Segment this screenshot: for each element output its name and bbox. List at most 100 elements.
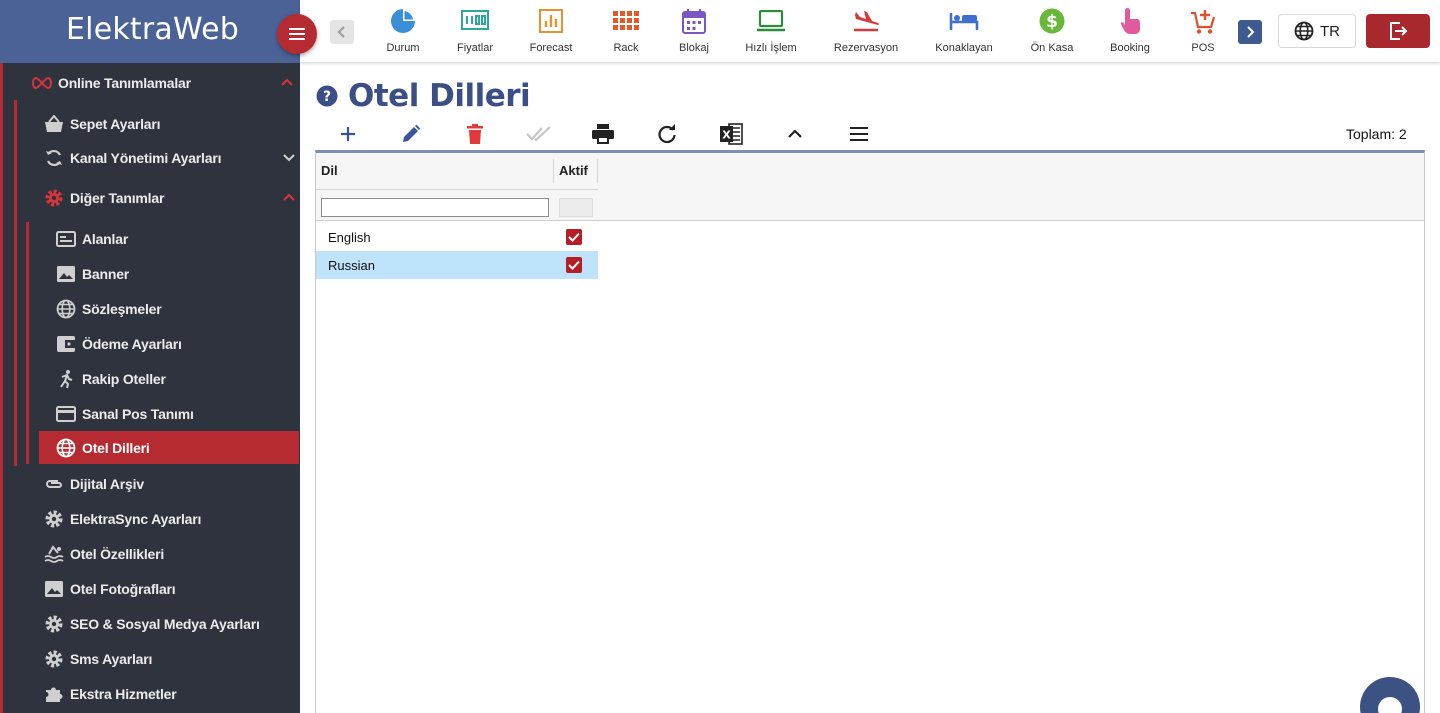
sidebar-item-label: Ödeme Ayarları	[82, 336, 182, 352]
wallet-icon	[57, 336, 75, 352]
sidebar-item-elektrasync-ayarlari[interactable]: ElektraSync Ayarları	[44, 503, 300, 535]
menu-toggle-button[interactable]	[277, 14, 317, 54]
quick-action-label: Fiyatlar	[456, 42, 494, 54]
sidebar-item-rakip-oteller[interactable]: Rakip Oteller	[56, 363, 300, 395]
sidebar-item-ekstra-hizmetler[interactable]: Ekstra Hizmetler	[44, 678, 300, 710]
sidebar-item-label: Banner	[82, 266, 130, 282]
quick-action-konaklayan[interactable]: Konaklayan	[924, 6, 1004, 54]
credit-card-icon	[56, 406, 76, 422]
paperclip-icon	[46, 480, 62, 488]
menu-lines-icon	[850, 127, 868, 141]
cell-language: Russian	[328, 258, 375, 273]
sidebar-item-label: Online Tanımlamalar	[58, 75, 191, 91]
sidebar-item-diger-tanimlar[interactable]: Diğer Tanımlar	[44, 182, 300, 214]
cart-add-icon	[1191, 10, 1216, 34]
quick-action-forecast[interactable]: Forecast	[511, 6, 591, 54]
sidebar-item-otel-fotograflari[interactable]: Otel Fotoğrafları	[44, 573, 300, 605]
refresh-button[interactable]	[653, 122, 681, 146]
scroll-right-button[interactable]	[1238, 20, 1262, 44]
help-icon[interactable]: ?	[316, 85, 338, 112]
active-checkbox[interactable]	[566, 229, 582, 245]
quick-action-fiyatlar[interactable]: Fiyatlar	[435, 6, 515, 54]
sidebar-item-sozlesmeler[interactable]: Sözleşmeler	[56, 293, 300, 325]
tree-line	[14, 100, 17, 466]
sidebar-item-label: Kanal Yönetimi Ayarları	[70, 150, 222, 166]
gear-icon	[45, 650, 63, 668]
image-icon	[45, 581, 63, 597]
edit-button[interactable]	[397, 122, 425, 146]
quick-action-pos[interactable]: POS	[1163, 6, 1243, 54]
sidebar-item-label: Alanlar	[82, 231, 129, 247]
quick-action-label: Rezervasyon	[833, 42, 899, 54]
collapse-button[interactable]	[781, 122, 809, 146]
sidebar-item-otel-ozellikleri[interactable]: Otel Özellikleri	[44, 538, 300, 570]
language-code: TR	[1320, 22, 1340, 40]
sidebar-item-label: Sms Ayarları	[70, 651, 153, 667]
chevron-down-icon[interactable]	[282, 150, 296, 164]
header-divider	[316, 189, 598, 190]
active-checkbox[interactable]	[566, 257, 582, 273]
brand-logo-text[interactable]: ElektraWeb	[66, 12, 239, 47]
sidebar-item-banner[interactable]: Banner	[56, 258, 300, 290]
language-button[interactable]: TR	[1278, 14, 1356, 48]
quick-action-label: POS	[1191, 42, 1215, 54]
sidebar-item-sepet-ayarlari[interactable]: Sepet Ayarları	[44, 108, 300, 140]
bar-chart-icon	[539, 9, 563, 33]
chevron-up-icon[interactable]	[282, 190, 296, 204]
delete-button[interactable]	[461, 122, 489, 146]
scroll-left-button[interactable]	[330, 20, 354, 44]
logout-icon	[1390, 22, 1408, 40]
quick-action-booking[interactable]: Booking	[1090, 6, 1170, 54]
dil-filter-input[interactable]	[321, 198, 549, 217]
menu-lines-button[interactable]	[845, 122, 873, 146]
column-header-aktif[interactable]: Aktif	[559, 163, 588, 178]
sidebar-item-sms-ayarlari[interactable]: Sms Ayarları	[44, 643, 300, 675]
quick-action-hizli-islem[interactable]: Hızlı İşlem	[731, 6, 811, 54]
sidebar-item-dijital-arsiv[interactable]: Dijital Arşiv	[44, 468, 300, 500]
quick-action-on-kasa[interactable]: $ Ön Kasa	[1012, 6, 1092, 54]
sidebar-item-odeme-ayarlari[interactable]: Ödeme Ayarları	[56, 328, 300, 360]
gear-icon	[45, 615, 63, 633]
globe-icon	[1294, 21, 1314, 41]
chevron-up-icon[interactable]	[280, 75, 294, 89]
topbar: Durum Fiyatlar Forecast Rack Blokaj Hızl…	[300, 0, 1440, 63]
column-header-dil[interactable]: Dil	[321, 163, 338, 178]
globe-icon	[56, 299, 76, 319]
add-button[interactable]	[334, 122, 362, 146]
sidebar-item-label: Sözleşmeler	[82, 301, 162, 317]
hamburger-icon	[289, 28, 305, 40]
quick-action-durum[interactable]: Durum	[363, 6, 443, 54]
sidebar-item-otel-dilleri[interactable]: Otel Dilleri	[39, 431, 299, 464]
print-button[interactable]	[589, 122, 617, 146]
approve-button[interactable]	[525, 122, 553, 146]
sidebar-item-kanal-yonetimi[interactable]: Kanal Yönetimi Ayarları	[44, 142, 300, 174]
svg-text:X: X	[722, 129, 731, 142]
sidebar-item-online-tanimlamalar[interactable]: Online Tanımlamalar	[30, 67, 300, 99]
sidebar-item-label: Sanal Pos Tanımı	[82, 406, 194, 422]
logout-button[interactable]	[1366, 14, 1430, 48]
grid-icon	[613, 11, 639, 30]
bed-icon	[949, 13, 979, 30]
sidebar-item-label: Otel Fotoğrafları	[70, 581, 176, 597]
sidebar-item-label: Otel Dilleri	[82, 439, 150, 456]
sidebar-item-label: Sepet Ayarları	[70, 116, 161, 132]
sidebar-item-sanal-pos-tanimi[interactable]: Sanal Pos Tanımı	[56, 398, 300, 430]
chat-icon	[1378, 697, 1402, 713]
column-separator	[597, 159, 598, 183]
aktif-filter-box[interactable]	[559, 198, 593, 217]
sidebar-item-alanlar[interactable]: Alanlar	[56, 223, 300, 255]
quick-action-rezervasyon[interactable]: Rezervasyon	[826, 6, 906, 54]
chevron-right-icon	[1247, 26, 1255, 38]
pie-chart-icon	[391, 9, 415, 33]
puzzle-icon	[46, 687, 63, 702]
quick-action-blokaj[interactable]: Blokaj	[654, 6, 734, 54]
print-icon	[592, 124, 614, 144]
table-row[interactable]: English	[316, 223, 598, 251]
tree-line	[0, 63, 3, 713]
refresh-icon	[658, 124, 676, 144]
basket-icon	[45, 115, 63, 132]
sidebar-item-seo-sosyal-medya[interactable]: SEO & Sosyal Medya Ayarları	[44, 608, 300, 640]
excel-export-button[interactable]: X	[717, 122, 745, 146]
total-count: Toplam: 2	[1346, 126, 1407, 142]
table-row[interactable]: Russian	[316, 251, 598, 279]
